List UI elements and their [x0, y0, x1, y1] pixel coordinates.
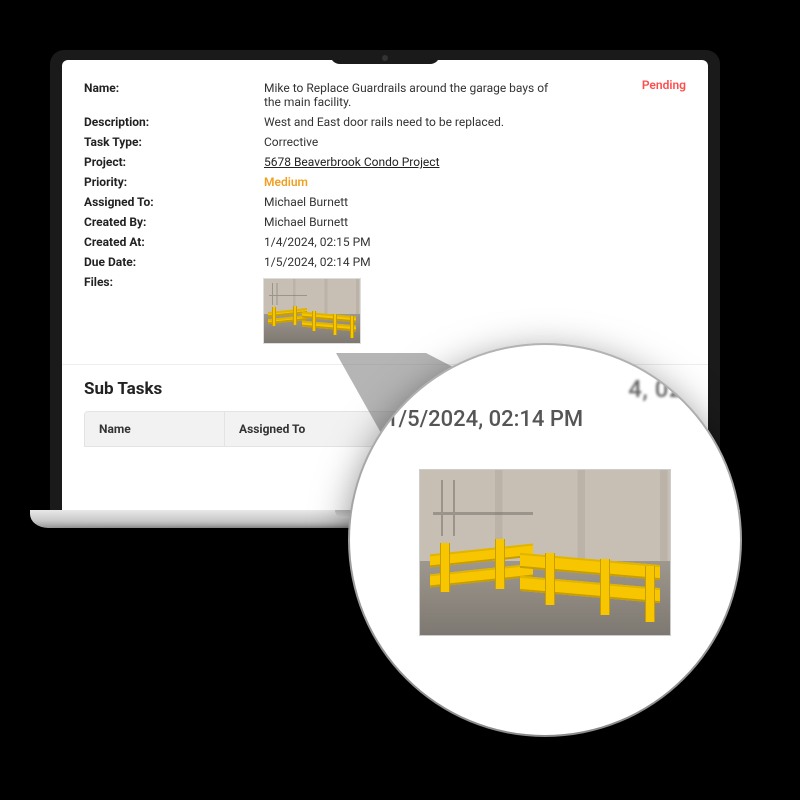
- field-created-by: Created By: Michael Burnett: [84, 212, 686, 232]
- magnifier-callout: 4, 02:1 1/5/2024, 02:14 PM: [350, 345, 740, 735]
- field-description: Description: West and East door rails ne…: [84, 112, 686, 132]
- label-name: Name:: [84, 81, 264, 95]
- task-detail-card: Name: Mike to Replace Guardrails around …: [62, 60, 708, 356]
- value-files: [264, 275, 686, 343]
- file-attachment-thumbnail[interactable]: [264, 279, 360, 343]
- field-task-type: Task Type: Corrective: [84, 132, 686, 152]
- value-description: West and East door rails need to be repl…: [264, 115, 686, 129]
- project-link[interactable]: 5678 Beaverbrook Condo Project: [264, 155, 440, 169]
- column-header-name[interactable]: Name: [85, 412, 225, 446]
- value-assigned-to: Michael Burnett: [264, 195, 686, 209]
- field-created-at: Created At: 1/4/2024, 02:15 PM: [84, 232, 686, 252]
- label-created-by: Created By:: [84, 215, 264, 229]
- label-files: Files:: [84, 275, 264, 289]
- field-priority: Priority: Medium: [84, 172, 686, 192]
- guardrail-photo-icon: [420, 470, 670, 635]
- value-created-at: 1/4/2024, 02:15 PM: [264, 235, 686, 249]
- value-task-type: Corrective: [264, 135, 686, 149]
- value-name: Mike to Replace Guardrails around the ga…: [264, 81, 554, 109]
- status-badge: Pending: [642, 78, 686, 92]
- field-project: Project: 5678 Beaverbrook Condo Project: [84, 152, 686, 172]
- label-priority: Priority:: [84, 175, 264, 189]
- label-task-type: Task Type:: [84, 135, 264, 149]
- value-due-date: 1/5/2024, 02:14 PM: [264, 255, 686, 269]
- field-files: Files:: [84, 272, 686, 346]
- value-project[interactable]: 5678 Beaverbrook Condo Project: [264, 155, 686, 169]
- zoom-created-at-fragment: 4, 02:1: [386, 375, 704, 403]
- field-due-date: Due Date: 1/5/2024, 02:14 PM: [84, 252, 686, 272]
- value-created-by: Michael Burnett: [264, 215, 686, 229]
- zoom-due-date: 1/5/2024, 02:14 PM: [386, 407, 704, 432]
- zoom-file-thumbnail[interactable]: [420, 470, 670, 635]
- field-name: Name: Mike to Replace Guardrails around …: [84, 78, 686, 112]
- guardrail-photo-icon: [264, 279, 360, 343]
- label-assigned-to: Assigned To:: [84, 195, 264, 209]
- label-project: Project:: [84, 155, 264, 169]
- label-due-date: Due Date:: [84, 255, 264, 269]
- value-priority: Medium: [264, 175, 686, 189]
- laptop-notch: [330, 50, 440, 64]
- label-created-at: Created At:: [84, 235, 264, 249]
- field-assigned-to: Assigned To: Michael Burnett: [84, 192, 686, 212]
- label-description: Description:: [84, 115, 264, 129]
